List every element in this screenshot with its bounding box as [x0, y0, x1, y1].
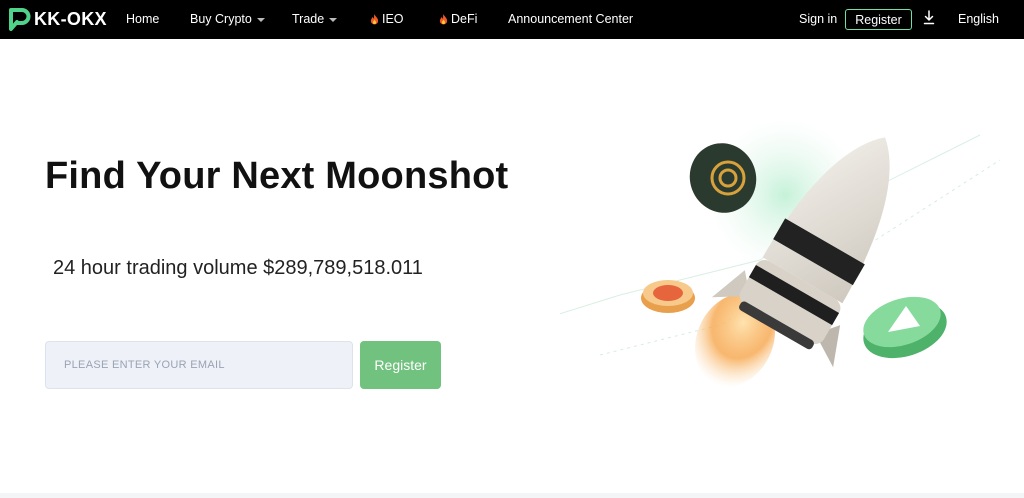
top-nav: KK-OKX Home Buy Crypto Trade IEO DeFi An… [0, 0, 1024, 39]
download-icon[interactable] [923, 10, 935, 26]
coin-orange-icon [641, 280, 695, 313]
sign-in-link[interactable]: Sign in [799, 12, 837, 26]
email-input[interactable] [45, 341, 353, 389]
nav-register-button[interactable]: Register [845, 9, 912, 30]
nav-announcement-label: Announcement Center [508, 12, 634, 26]
nav-announcement-center[interactable]: Announcement Center [508, 12, 633, 26]
nav-defi-label: DeFi [451, 12, 478, 26]
chevron-down-icon [256, 18, 265, 22]
hero-register-button[interactable]: Register [360, 341, 441, 389]
chevron-down-icon [329, 18, 338, 22]
nav-trade[interactable]: Trade [292, 12, 338, 26]
sign-in-label: Sign in [799, 12, 838, 26]
nav-home-label: Home [126, 12, 160, 26]
fire-icon [439, 13, 448, 24]
nav-buy-crypto-label: Buy Crypto [190, 12, 252, 26]
brand-p-icon [9, 8, 31, 31]
nav-trade-label: Trade [292, 12, 325, 26]
nav-ieo-label: IEO [382, 12, 404, 26]
language-label: English [958, 12, 999, 26]
nav-ieo[interactable]: IEO [370, 12, 404, 26]
brand-name: KK-OKX [34, 8, 107, 29]
nav-buy-crypto[interactable]: Buy Crypto [190, 12, 265, 26]
nav-defi[interactable]: DeFi [439, 12, 477, 26]
nav-home[interactable]: Home [126, 12, 159, 26]
trading-volume-text: 24 hour trading volume $289,789,518.011 [53, 257, 423, 279]
rocket-illustration [560, 117, 1001, 387]
logo[interactable]: KK-OKX [8, 7, 107, 31]
coin-green-icon [863, 296, 947, 359]
page-footer-edge [0, 493, 1024, 498]
fire-icon [370, 13, 379, 24]
nav-register-label: Register [855, 12, 902, 27]
language-selector[interactable]: English [958, 12, 999, 26]
hero-title: Find Your Next Moonshot [45, 155, 509, 197]
